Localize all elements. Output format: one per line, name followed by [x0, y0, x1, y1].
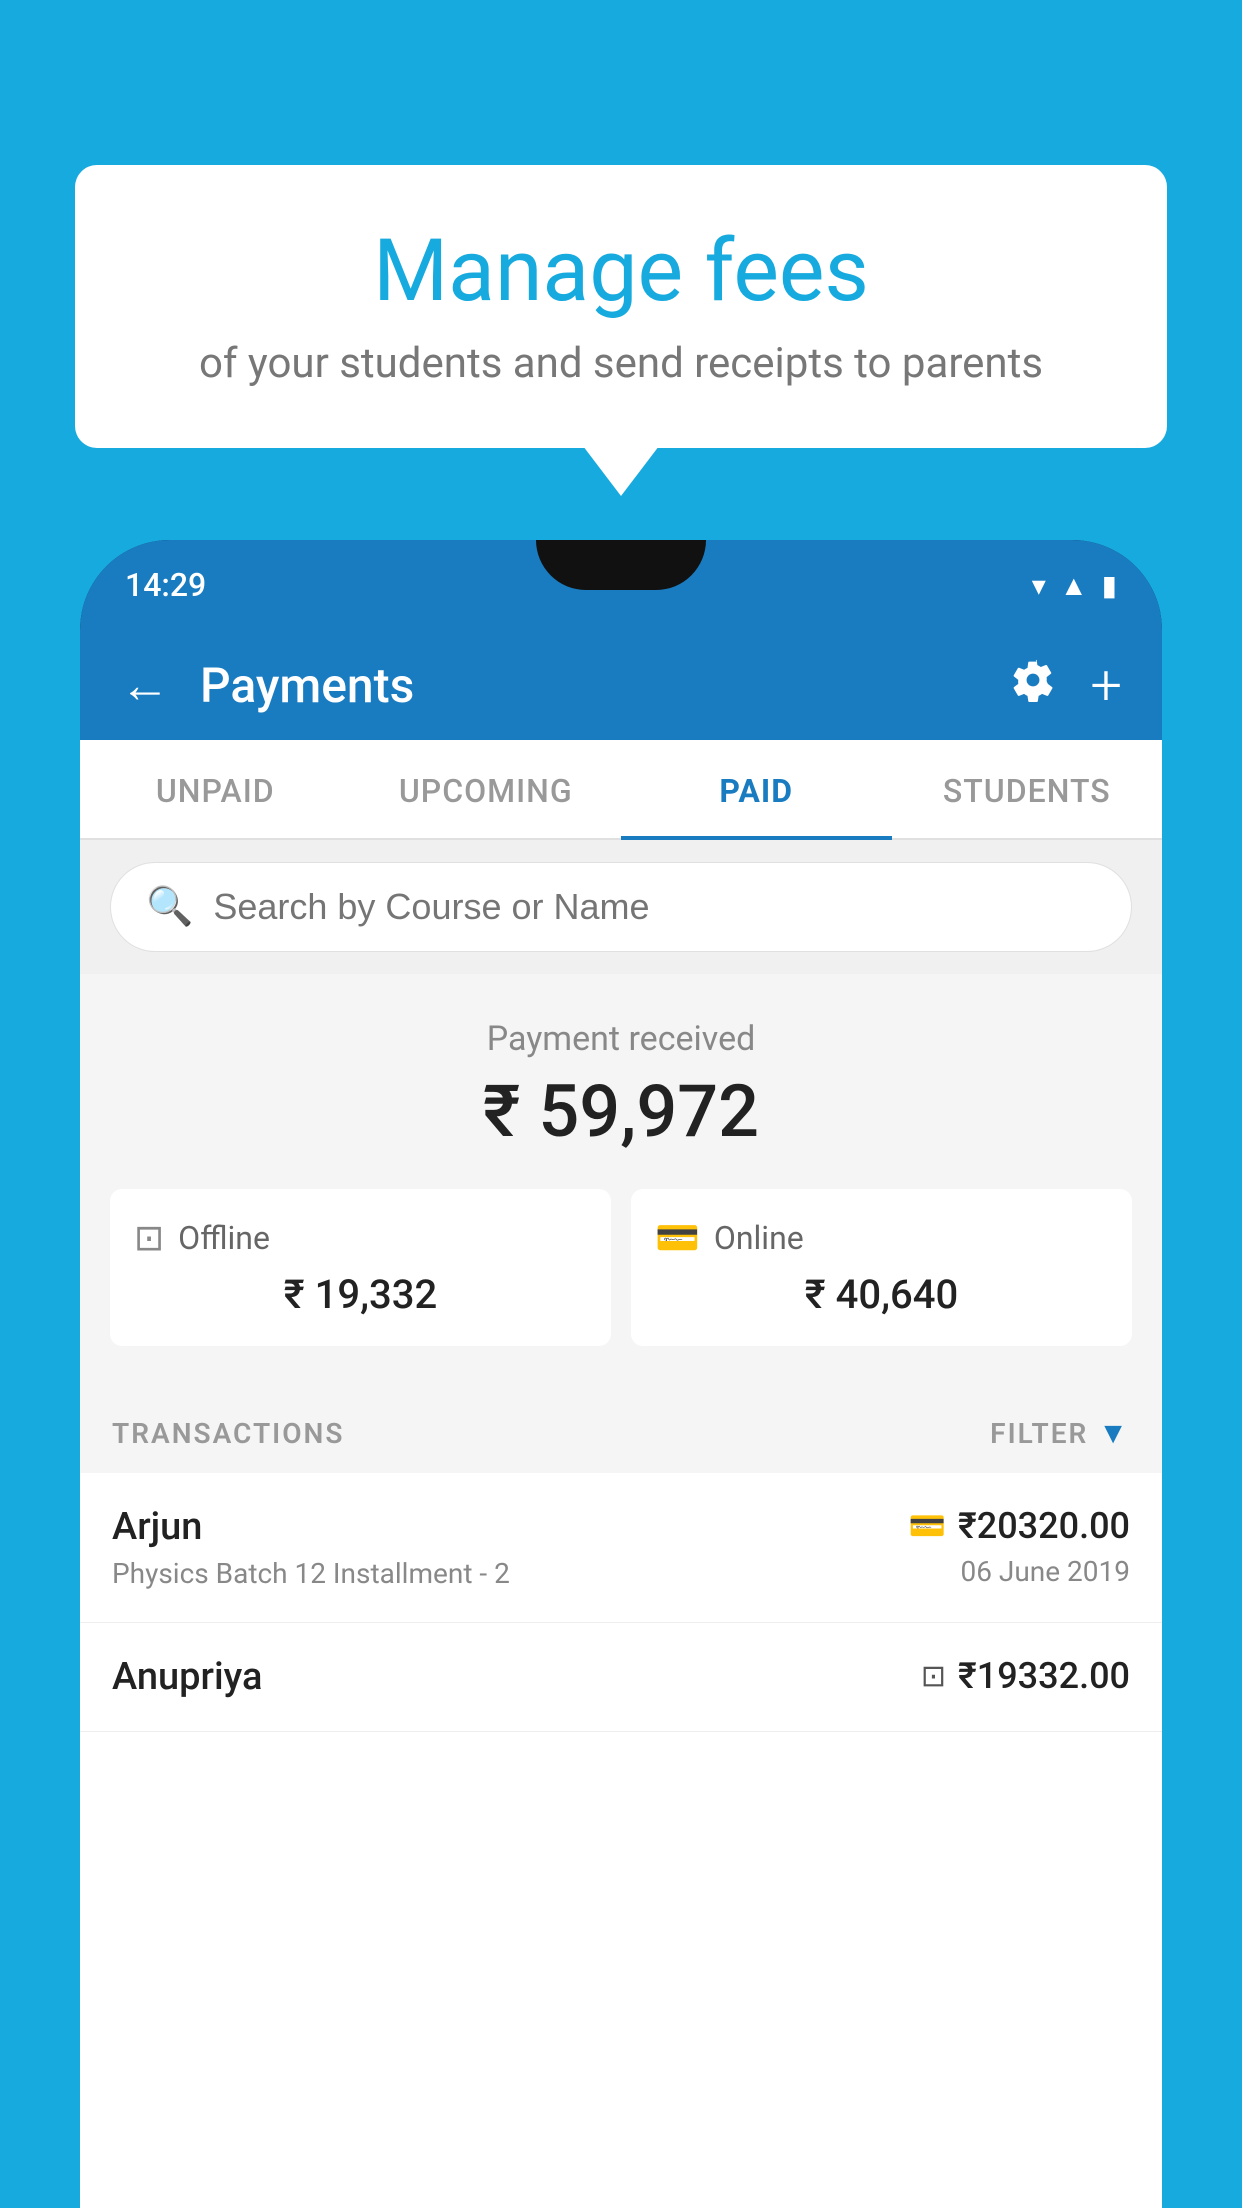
transaction-left: Anupriya — [112, 1655, 262, 1699]
filter-icon: ▼ — [1098, 1416, 1130, 1451]
tab-students[interactable]: STUDENTS — [892, 740, 1163, 838]
search-bar: 🔍 — [110, 862, 1132, 952]
transaction-name: Arjun — [112, 1505, 510, 1549]
phone-frame: 14:29 ▾ ▲ ▮ ← Payments + UNPAID UPCO — [80, 540, 1162, 2208]
amount-value: ₹20320.00 — [958, 1505, 1130, 1547]
tab-upcoming[interactable]: UPCOMING — [351, 740, 622, 838]
online-amount: ₹ 40,640 — [655, 1271, 1108, 1318]
payment-summary: Payment received ₹ 59,972 ⊡ Offline ₹ 19… — [80, 974, 1162, 1386]
amount-value: ₹19332.00 — [958, 1655, 1130, 1697]
app-header: ← Payments + — [80, 630, 1162, 740]
search-icon: 🔍 — [146, 885, 193, 929]
filter-label: FILTER — [990, 1417, 1088, 1450]
online-label: Online — [714, 1219, 804, 1257]
speech-bubble: Manage fees of your students and send re… — [75, 165, 1167, 448]
offline-amount: ₹ 19,332 — [134, 1271, 587, 1318]
wifi-icon: ▾ — [1032, 569, 1046, 602]
signal-icon: ▲ — [1060, 569, 1088, 602]
offline-payment-icon: ⊡ — [921, 1659, 946, 1694]
tabs-bar: UNPAID UPCOMING PAID STUDENTS — [80, 740, 1162, 840]
table-row[interactable]: Arjun Physics Batch 12 Installment - 2 💳… — [80, 1473, 1162, 1623]
filter-button[interactable]: FILTER ▼ — [990, 1416, 1130, 1451]
transaction-amount: 💳 ₹20320.00 — [909, 1505, 1130, 1547]
phone-screen: ← Payments + UNPAID UPCOMING PAID STUDEN… — [80, 630, 1162, 2208]
transaction-name: Anupriya — [112, 1655, 262, 1699]
status-bar: 14:29 ▾ ▲ ▮ — [80, 540, 1162, 630]
payment-cards: ⊡ Offline ₹ 19,332 💳 Online ₹ 40,640 — [110, 1189, 1132, 1346]
online-payment-icon: 💳 — [909, 1509, 946, 1544]
tab-unpaid[interactable]: UNPAID — [80, 740, 351, 838]
transaction-amount: ⊡ ₹19332.00 — [921, 1655, 1130, 1697]
tab-paid[interactable]: PAID — [621, 740, 892, 838]
search-input[interactable] — [213, 886, 1096, 928]
bubble-title: Manage fees — [135, 220, 1107, 321]
transaction-right: ⊡ ₹19332.00 — [921, 1655, 1130, 1697]
online-card: 💳 Online ₹ 40,640 — [631, 1189, 1132, 1346]
transaction-left: Arjun Physics Batch 12 Installment - 2 — [112, 1505, 510, 1590]
transaction-right: 💳 ₹20320.00 06 June 2019 — [909, 1505, 1130, 1588]
page-title: Payments — [200, 657, 981, 714]
transaction-date: 06 June 2019 — [960, 1555, 1130, 1588]
transaction-detail: Physics Batch 12 Installment - 2 — [112, 1557, 510, 1590]
offline-icon: ⊡ — [134, 1217, 164, 1259]
settings-button[interactable] — [1011, 658, 1055, 713]
offline-label: Offline — [178, 1219, 270, 1257]
back-button[interactable]: ← — [120, 656, 170, 715]
bubble-subtitle: of your students and send receipts to pa… — [135, 339, 1107, 388]
transactions-label: TRANSACTIONS — [112, 1417, 344, 1450]
offline-header: ⊡ Offline — [134, 1217, 587, 1259]
offline-card: ⊡ Offline ₹ 19,332 — [110, 1189, 611, 1346]
search-container: 🔍 — [80, 840, 1162, 974]
battery-icon: ▮ — [1102, 569, 1117, 602]
transactions-list: Arjun Physics Batch 12 Installment - 2 💳… — [80, 1473, 1162, 1732]
table-row[interactable]: Anupriya ⊡ ₹19332.00 — [80, 1623, 1162, 1732]
header-icons: + — [1011, 652, 1122, 718]
payment-total: ₹ 59,972 — [110, 1069, 1132, 1154]
online-icon: 💳 — [655, 1217, 700, 1259]
transactions-header: TRANSACTIONS FILTER ▼ — [80, 1386, 1162, 1473]
online-header: 💳 Online — [655, 1217, 1108, 1259]
payment-received-label: Payment received — [110, 1019, 1132, 1059]
add-button[interactable]: + — [1090, 652, 1122, 718]
status-time: 14:29 — [125, 566, 206, 604]
status-icons: ▾ ▲ ▮ — [1032, 569, 1117, 602]
notch — [536, 540, 706, 590]
